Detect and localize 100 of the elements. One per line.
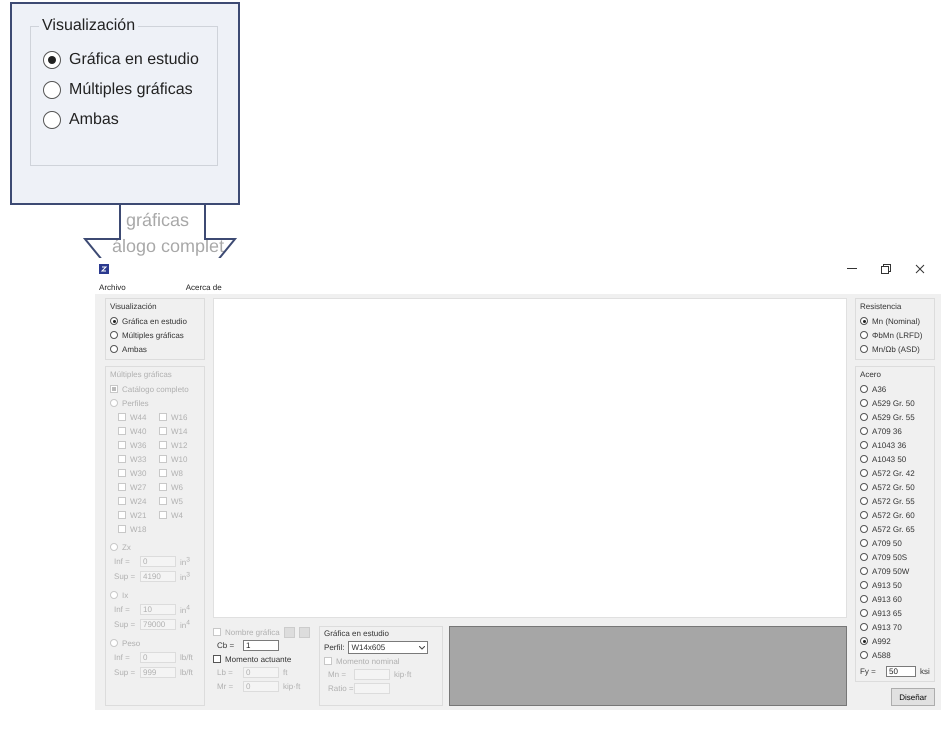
unit-label: ksi bbox=[920, 666, 930, 676]
menu-item[interactable]: Archivo bbox=[99, 282, 126, 292]
checkbox-label: W24 bbox=[130, 496, 146, 506]
unit-label: in$^{4}$ bbox=[180, 604, 190, 615]
option-label: A992 bbox=[872, 636, 891, 646]
radio-button[interactable] bbox=[860, 525, 868, 533]
radio-button[interactable] bbox=[860, 399, 868, 407]
radio-button[interactable] bbox=[43, 51, 61, 69]
field-label: Sup = bbox=[114, 668, 136, 677]
radio-button[interactable] bbox=[860, 331, 868, 339]
input-field[interactable] bbox=[354, 683, 390, 694]
input-field[interactable]: 50 bbox=[886, 666, 916, 676]
radio-button[interactable] bbox=[860, 441, 868, 449]
radio-button[interactable] bbox=[860, 637, 868, 645]
option-label: A913 60 bbox=[872, 594, 902, 604]
radio-button[interactable] bbox=[860, 455, 868, 463]
field-label: Cb = bbox=[217, 641, 236, 650]
radio-button[interactable] bbox=[110, 345, 118, 353]
field-label: Lb = bbox=[217, 668, 234, 677]
option-label: A709 36 bbox=[872, 426, 902, 436]
radio-button[interactable] bbox=[860, 651, 868, 659]
unit-label: lb/ft bbox=[180, 653, 193, 662]
radio-button[interactable] bbox=[43, 81, 61, 99]
minimize-icon bbox=[847, 268, 857, 270]
unit-label: in$^{3}$ bbox=[180, 571, 190, 582]
radio-button[interactable] bbox=[43, 111, 61, 129]
checkbox-label: W30 bbox=[130, 468, 146, 478]
checkbox-label: W12 bbox=[171, 440, 188, 450]
checkbox-label: W8 bbox=[171, 468, 183, 478]
unit-label: in$^{3}$ bbox=[180, 556, 190, 567]
radio-button[interactable] bbox=[860, 553, 868, 561]
field-label: Perfil: bbox=[324, 643, 344, 652]
radio-button[interactable] bbox=[860, 609, 868, 617]
caret-icon bbox=[419, 646, 426, 650]
checkbox-label: W21 bbox=[130, 510, 146, 520]
radio-button[interactable] bbox=[110, 317, 118, 325]
radio-button[interactable] bbox=[110, 331, 118, 339]
option-label: ΦbMn (LRFD) bbox=[872, 330, 922, 340]
radio-button[interactable] bbox=[860, 385, 868, 393]
radio-button[interactable] bbox=[860, 345, 868, 353]
radio-button[interactable] bbox=[860, 469, 868, 477]
checkbox-label: Catálogo completo bbox=[122, 384, 189, 394]
radio-button[interactable] bbox=[860, 581, 868, 589]
checkbox-label: W44 bbox=[130, 412, 146, 422]
option-label: A572 Gr. 55 bbox=[872, 496, 915, 506]
design-button[interactable]: Diseñar bbox=[891, 688, 935, 706]
close-icon bbox=[915, 264, 925, 274]
option-label: A36 bbox=[872, 384, 886, 394]
checkbox-label: W5 bbox=[171, 496, 183, 506]
field-label: Inf = bbox=[114, 605, 131, 614]
checkbox-label: W40 bbox=[130, 426, 146, 436]
radio-button[interactable] bbox=[860, 623, 868, 631]
option-label: A1043 36 bbox=[872, 440, 906, 450]
radio-button[interactable] bbox=[860, 595, 868, 603]
option-label: Zx bbox=[122, 542, 131, 552]
radio-button[interactable] bbox=[860, 497, 868, 505]
magnified-text: álogo complet bbox=[112, 236, 224, 257]
option-label: Múltiples gráficas bbox=[69, 81, 193, 99]
radio-button[interactable] bbox=[860, 511, 868, 519]
option-label: Mn/Ωb (ASD) bbox=[872, 344, 920, 354]
option-label: A572 Gr. 50 bbox=[872, 482, 915, 492]
radio-button[interactable] bbox=[860, 567, 868, 575]
profile-dropdown[interactable]: W14x605 bbox=[348, 641, 428, 654]
checkbox-label: W10 bbox=[171, 454, 188, 464]
option-label: Mn (Nominal) bbox=[872, 316, 920, 326]
radio-button[interactable] bbox=[860, 317, 868, 325]
magnified-text: gráficas bbox=[126, 210, 190, 231]
checkbox-label: Momento nominal bbox=[336, 656, 400, 666]
option-label: A709 50S bbox=[872, 552, 908, 562]
checkbox-label: W18 bbox=[130, 524, 146, 534]
checkbox-label: W33 bbox=[130, 454, 146, 464]
radio-button[interactable] bbox=[860, 483, 868, 491]
radio-button[interactable] bbox=[860, 427, 868, 435]
checkbox-label: Nombre gráfica bbox=[225, 628, 280, 636]
checkbox-label: W16 bbox=[171, 412, 188, 422]
unit-label: lb/ft bbox=[180, 668, 193, 677]
option-label: A572 Gr. 65 bbox=[872, 524, 915, 534]
field-label: Sup = bbox=[114, 572, 136, 581]
radio-button[interactable] bbox=[860, 413, 868, 421]
menu-item[interactable]: Acerca de bbox=[186, 282, 222, 292]
checkbox-label: W14 bbox=[171, 426, 188, 436]
app-logo-icon bbox=[99, 264, 109, 274]
option-label: Peso bbox=[122, 638, 140, 648]
input-field[interactable] bbox=[354, 669, 390, 680]
unit-label: kip·ft bbox=[283, 682, 300, 691]
field-label: Inf = bbox=[114, 557, 131, 566]
checkbox-label: W4 bbox=[171, 510, 183, 520]
option-label: A529 Gr. 50 bbox=[872, 398, 915, 408]
checkbox-label: W36 bbox=[130, 440, 146, 450]
field-label: Inf = bbox=[114, 653, 131, 662]
radio-button[interactable] bbox=[860, 539, 868, 547]
option-label: Ambas bbox=[69, 111, 119, 129]
field-label: Sup = bbox=[114, 620, 136, 629]
checkbox-label: W27 bbox=[130, 482, 146, 492]
option-label: Gráfica en estudio bbox=[122, 316, 187, 326]
unit-label: in$^{4}$ bbox=[180, 619, 190, 630]
checkbox-label: W6 bbox=[171, 482, 183, 492]
option-label: Ix bbox=[122, 590, 128, 600]
option-label: A588 bbox=[872, 650, 891, 660]
option-label: A913 65 bbox=[872, 608, 902, 618]
